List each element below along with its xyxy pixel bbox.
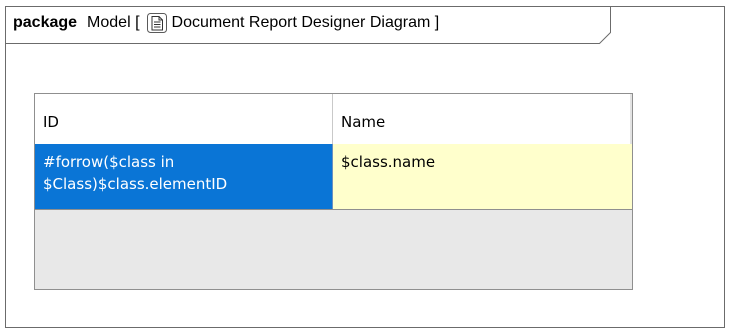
diagram-owner-name: Model [ bbox=[87, 14, 140, 31]
document-icon bbox=[146, 12, 168, 34]
column-header-id[interactable]: ID bbox=[35, 94, 333, 144]
id-cell-line-2: $Class)$class.elementID bbox=[43, 175, 228, 193]
name-cell[interactable]: $class.name bbox=[333, 144, 632, 209]
id-cell-line-1: #forrow($class in bbox=[43, 153, 175, 171]
id-cell-selected[interactable]: #forrow($class in $Class)$class.elementI… bbox=[35, 144, 333, 209]
table-row[interactable]: #forrow($class in $Class)$class.elementI… bbox=[35, 144, 632, 210]
diagram-header-tab: package Model [ Document Report Designer… bbox=[5, 6, 611, 44]
diagram-title: Document Report Designer Diagram ] bbox=[171, 14, 440, 31]
column-header-name[interactable]: Name bbox=[333, 94, 632, 144]
report-table[interactable]: ID Name #forrow($class in $Class)$class.… bbox=[34, 93, 633, 290]
package-keyword: package bbox=[13, 14, 78, 31]
table-header-row: ID Name bbox=[35, 94, 632, 144]
diagram-header-text: package Model [ Document Report Designer… bbox=[13, 11, 439, 35]
